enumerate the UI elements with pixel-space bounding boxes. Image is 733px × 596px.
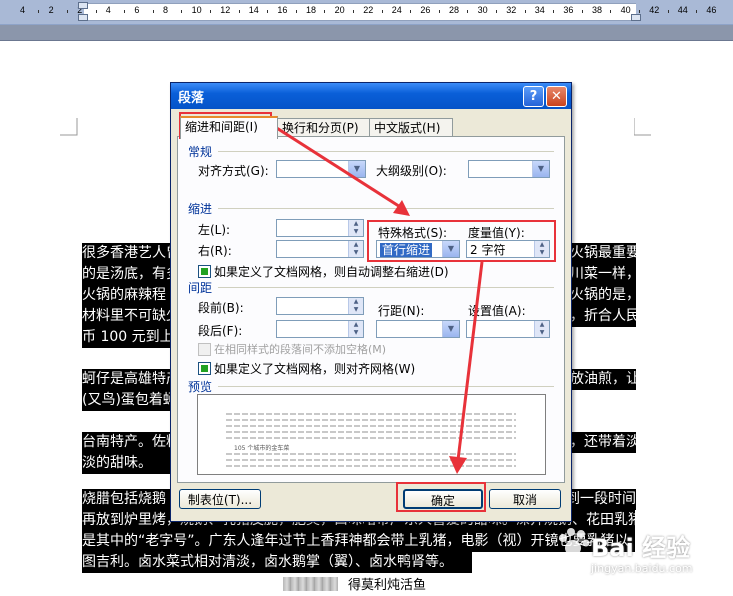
arrow-line-2 bbox=[456, 261, 484, 461]
paw-icon bbox=[559, 528, 590, 556]
tab-indent-spacing[interactable]: 缩进和间距(I) bbox=[180, 116, 278, 139]
annotation-arrows bbox=[271, 123, 484, 474]
arrow-line-1 bbox=[271, 123, 406, 212]
watermark-brand: Bai 经验 bbox=[591, 534, 691, 562]
arrow-head-2 bbox=[449, 456, 467, 474]
watermark-url: jingyan.baidu.com bbox=[591, 562, 693, 575]
